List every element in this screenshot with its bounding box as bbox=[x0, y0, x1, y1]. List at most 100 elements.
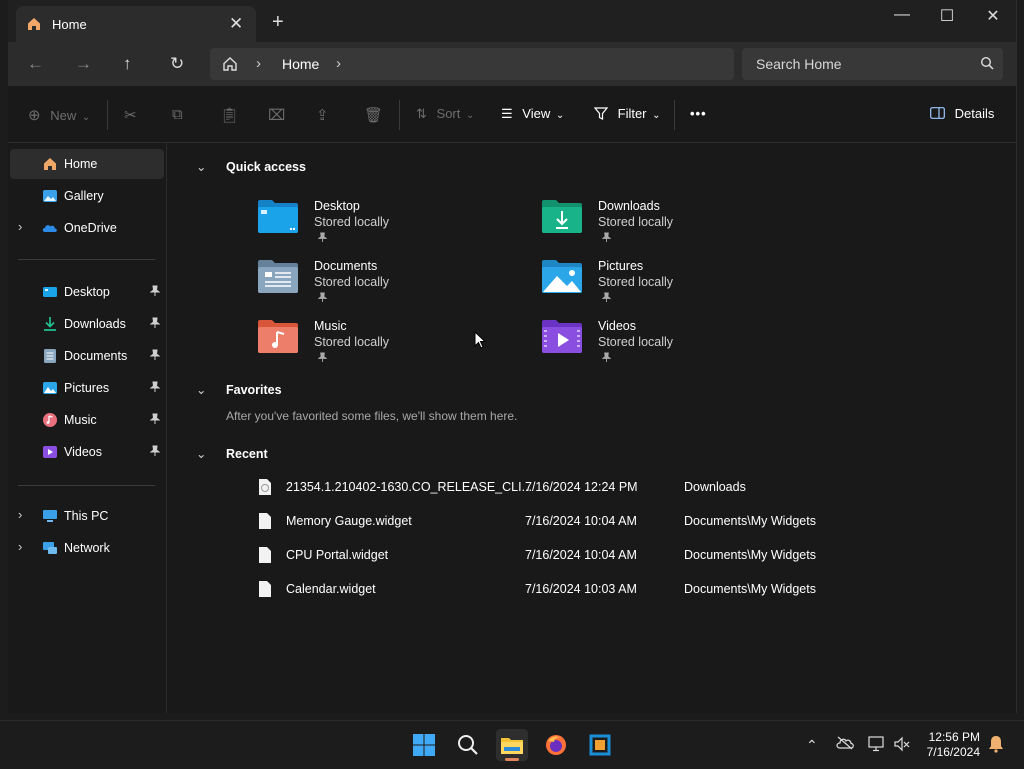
close-tab-button[interactable]: ✕ bbox=[229, 14, 243, 34]
chevron-right-icon[interactable]: › bbox=[18, 507, 22, 522]
sidebar-item-documents[interactable]: Documents bbox=[10, 341, 164, 371]
tab-home[interactable]: Home ✕ bbox=[16, 6, 256, 42]
file-icon bbox=[258, 580, 272, 598]
more-options-icon[interactable]: ••• bbox=[690, 106, 707, 121]
chevron-right-icon[interactable]: › bbox=[256, 55, 261, 72]
music-folder-icon bbox=[257, 318, 299, 354]
quick-access-item-downloads[interactable]: Downloads Stored locally bbox=[541, 196, 781, 250]
rename-icon[interactable]: ⌧ bbox=[268, 106, 285, 124]
paste-icon[interactable]: 📋︎ bbox=[220, 106, 239, 124]
file-date: 7/16/2024 12:24 PM bbox=[525, 480, 638, 494]
copy-icon[interactable]: ⧉ bbox=[172, 106, 183, 123]
pin-icon[interactable] bbox=[149, 413, 161, 425]
volume-muted-icon[interactable] bbox=[894, 736, 910, 755]
view-button[interactable]: ☰ View ⌄ bbox=[501, 106, 564, 122]
sidebar-item-network[interactable]: › Network bbox=[10, 533, 164, 563]
sidebar-item-music[interactable]: Music bbox=[10, 405, 164, 435]
filter-button[interactable]: Filter ⌄ bbox=[593, 106, 661, 121]
desktop-folder-icon bbox=[257, 198, 299, 234]
file-location: Documents\My Widgets bbox=[684, 548, 816, 562]
search-box[interactable]: Search Home bbox=[742, 48, 1003, 80]
chevron-up-icon[interactable]: ⌃ bbox=[806, 737, 818, 754]
sidebar-item-pictures[interactable]: Pictures bbox=[10, 373, 164, 403]
refresh-button[interactable]: ↻ bbox=[170, 54, 184, 74]
quick-access-item-pictures[interactable]: Pictures Stored locally bbox=[541, 256, 781, 310]
title-bar: Home ✕ + — ☐ ✕ bbox=[8, 0, 1016, 46]
up-button[interactable]: ↑ bbox=[123, 54, 132, 74]
virtualbox-icon[interactable] bbox=[584, 729, 616, 761]
search-icon[interactable] bbox=[452, 729, 484, 761]
navigation-pane: Home Gallery › OneDrive Desktop Download… bbox=[8, 143, 167, 713]
network-icon[interactable] bbox=[868, 736, 886, 755]
firefox-icon[interactable] bbox=[540, 729, 572, 761]
pin-icon[interactable] bbox=[149, 381, 161, 393]
new-tab-button[interactable]: + bbox=[272, 12, 284, 32]
recent-row[interactable]: Calendar.widget 7/16/2024 10:03 AM Docum… bbox=[254, 578, 854, 602]
sidebar-item-onedrive[interactable]: › OneDrive bbox=[10, 213, 164, 243]
forward-button[interactable]: → bbox=[75, 54, 92, 74]
chevron-down-icon[interactable]: ⌄ bbox=[196, 159, 226, 174]
clock[interactable]: 12:56 PM 7/16/2024 bbox=[927, 730, 980, 760]
quick-access-item-videos[interactable]: Videos Stored locally bbox=[541, 316, 781, 370]
pin-icon[interactable] bbox=[149, 317, 161, 329]
file-icon bbox=[258, 512, 272, 530]
share-icon[interactable]: ⇪ bbox=[316, 106, 329, 124]
pin-icon[interactable] bbox=[149, 445, 161, 457]
search-input[interactable]: Search Home bbox=[756, 56, 842, 72]
section-favorites[interactable]: ⌄ Favorites bbox=[196, 382, 282, 397]
file-explorer-window: Home ✕ + — ☐ ✕ ← → ↑ ↻ › Home › Search H… bbox=[8, 0, 1017, 713]
details-pane-icon bbox=[930, 106, 949, 121]
details-button[interactable]: Details bbox=[930, 106, 994, 121]
sidebar-item-desktop[interactable]: Desktop bbox=[10, 277, 164, 307]
new-button[interactable]: ⊕ New ⌄ bbox=[28, 106, 90, 124]
delete-icon[interactable]: 🗑︎ bbox=[364, 106, 383, 124]
minimize-button[interactable]: — bbox=[880, 6, 924, 28]
filter-icon bbox=[593, 106, 612, 121]
sidebar-item-videos[interactable]: Videos bbox=[10, 437, 164, 467]
quick-access-item-desktop[interactable]: Desktop Stored locally bbox=[257, 196, 497, 250]
address-bar[interactable]: › Home › bbox=[210, 48, 734, 80]
sidebar-item-home[interactable]: Home bbox=[10, 149, 164, 179]
recent-row[interactable]: CPU Portal.widget 7/16/2024 10:04 AM Doc… bbox=[254, 544, 854, 568]
close-window-button[interactable]: ✕ bbox=[971, 6, 1015, 28]
videos-icon bbox=[42, 444, 58, 460]
chevron-down-icon[interactable]: ⌄ bbox=[196, 446, 226, 461]
onedrive-offline-icon[interactable] bbox=[836, 736, 854, 753]
sidebar-item-label: OneDrive bbox=[64, 221, 117, 235]
chevron-right-icon[interactable]: › bbox=[18, 539, 22, 554]
music-icon bbox=[42, 412, 58, 428]
file-explorer-icon[interactable] bbox=[496, 729, 528, 761]
quick-access-item-music[interactable]: Music Stored locally bbox=[257, 316, 497, 370]
sidebar-item-this-pc[interactable]: › This PC bbox=[10, 501, 164, 531]
quick-access-item-documents[interactable]: Documents Stored locally bbox=[257, 256, 497, 310]
notification-bell-icon[interactable] bbox=[988, 735, 1004, 756]
chevron-down-icon[interactable]: ⌄ bbox=[196, 382, 226, 397]
sidebar-item-label: Network bbox=[64, 541, 110, 555]
maximize-button[interactable]: ☐ bbox=[925, 6, 969, 28]
cut-icon[interactable]: ✂ bbox=[124, 106, 137, 124]
tab-title: Home bbox=[52, 17, 87, 32]
sidebar-item-gallery[interactable]: Gallery bbox=[10, 181, 164, 211]
back-button[interactable]: ← bbox=[27, 54, 44, 74]
file-date: 7/16/2024 10:04 AM bbox=[525, 548, 637, 562]
downloads-icon bbox=[42, 316, 58, 332]
pin-icon[interactable] bbox=[149, 349, 161, 361]
toolbar-divider bbox=[107, 100, 108, 130]
chevron-right-icon[interactable]: › bbox=[336, 55, 341, 72]
sidebar-item-downloads[interactable]: Downloads bbox=[10, 309, 164, 339]
home-icon[interactable] bbox=[222, 56, 238, 75]
pin-icon[interactable] bbox=[149, 285, 161, 297]
recent-row[interactable]: 21354.1.210402-1630.CO_RELEASE_CLI... 7/… bbox=[254, 476, 854, 500]
sort-button[interactable]: ⇅ Sort ⌄ bbox=[416, 106, 474, 122]
start-button-icon[interactable] bbox=[408, 729, 440, 761]
sidebar-item-label: Music bbox=[64, 413, 97, 427]
sidebar-item-label: Gallery bbox=[64, 189, 104, 203]
file-location: Documents\My Widgets bbox=[684, 582, 816, 596]
recent-row[interactable]: Memory Gauge.widget 7/16/2024 10:04 AM D… bbox=[254, 510, 854, 534]
section-recent[interactable]: ⌄ Recent bbox=[196, 446, 268, 461]
pin-icon bbox=[317, 352, 328, 363]
chevron-right-icon[interactable]: › bbox=[18, 219, 22, 234]
section-quick-access[interactable]: ⌄ Quick access bbox=[196, 159, 306, 174]
sort-icon: ⇅ bbox=[416, 106, 427, 121]
breadcrumb-home[interactable]: Home bbox=[282, 56, 319, 72]
